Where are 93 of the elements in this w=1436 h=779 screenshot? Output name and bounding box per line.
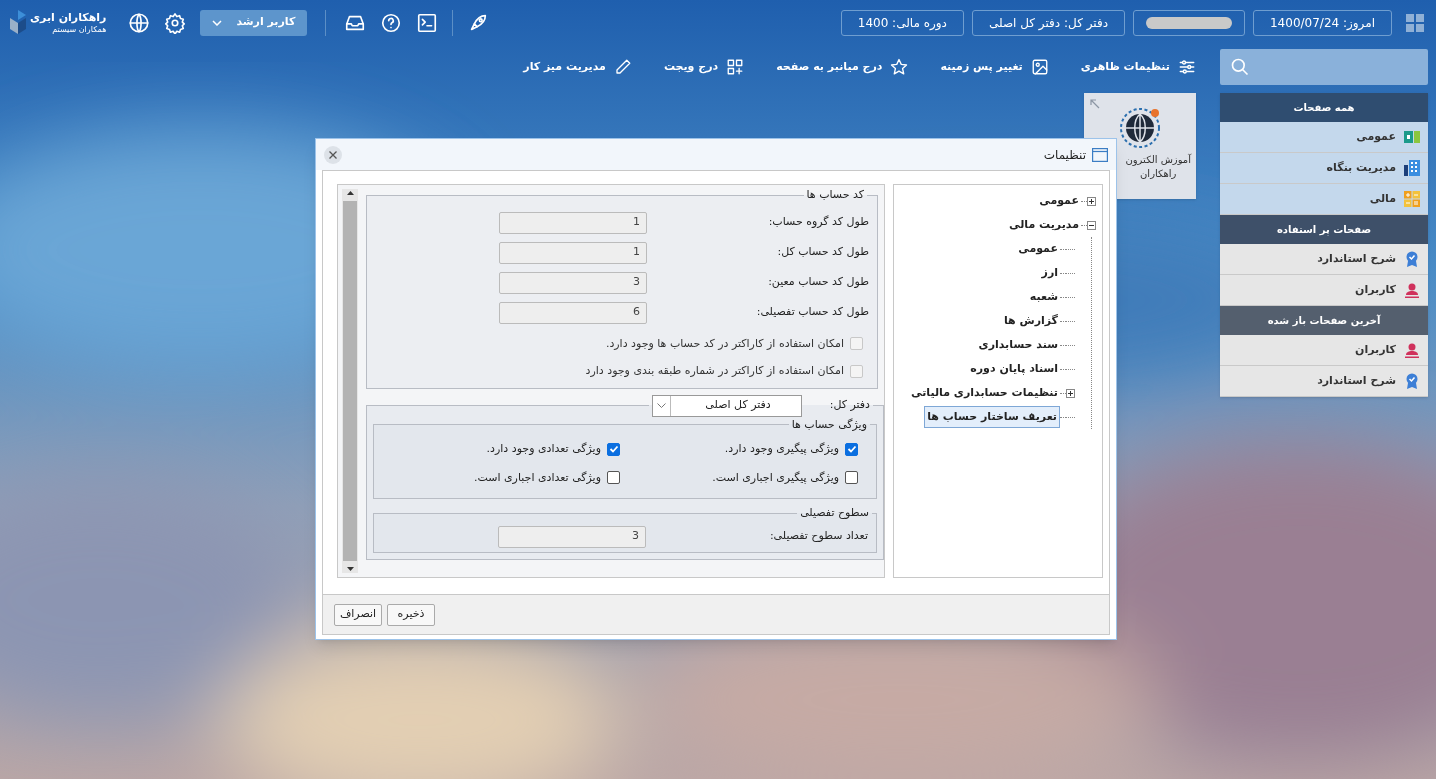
tree-item[interactable]: سند حسابداری	[976, 334, 1060, 356]
apps-grid-icon[interactable]	[1406, 13, 1424, 32]
globe-icon	[1119, 107, 1161, 149]
badge-icon	[1404, 373, 1420, 389]
scrollbar[interactable]	[342, 189, 358, 573]
sidebar-item[interactable]: شرح استاندارد	[1220, 366, 1428, 397]
field-label: تعداد سطوح تفصیلی:	[768, 528, 869, 545]
sliders-icon[interactable]	[1178, 58, 1196, 76]
expand-icon[interactable]	[1066, 388, 1075, 398]
logo-title: راهکاران ابری	[30, 10, 107, 25]
close-button[interactable]	[324, 145, 342, 164]
field-label: طول کد حساب کل:	[776, 244, 870, 261]
tree-item[interactable]: ارز	[1039, 262, 1060, 284]
tree-item[interactable]: تنظیمات حسابداری مالیاتی	[909, 382, 1060, 404]
status-field: امروز: 1400/07/24	[1253, 9, 1392, 36]
tree-item[interactable]: مدیریت مالی	[1007, 214, 1081, 236]
calculator-icon	[1404, 191, 1420, 207]
tree-item[interactable]: گزارش ها	[1001, 310, 1060, 332]
tree-item[interactable]: تعریف ساختار حساب ها	[924, 406, 1060, 428]
checkbox-label: امکان استفاده از کاراکتر در شماره طبقه بندی وجود دارد	[585, 363, 844, 379]
scroll-down-icon[interactable]	[346, 567, 354, 571]
sidebar-item[interactable]: شرح استاندارد	[1220, 244, 1428, 275]
sidebar-item[interactable]: کاربران	[1220, 275, 1428, 306]
sidebar-header: آخرین صفحات باز شده	[1220, 306, 1428, 335]
checkbox[interactable]	[607, 442, 620, 456]
input-field[interactable]: 3	[499, 271, 647, 294]
checkbox-label: ویژگی تعدادی اجباری است.	[473, 469, 601, 486]
input-field[interactable]: 1	[499, 241, 647, 264]
widget-label: آموزش الکترون	[1125, 153, 1191, 167]
field-label: طول کد حساب معین:	[767, 274, 870, 291]
user-icon	[1404, 282, 1420, 298]
settings-icon[interactable]	[164, 11, 187, 34]
toolbar-button[interactable]: تغییر پس زمینه	[940, 58, 1049, 76]
dialog-button[interactable]: انصراف	[334, 603, 382, 626]
window-icon	[1092, 147, 1108, 162]
tree-item[interactable]: اسناد پایان دوره	[968, 358, 1060, 380]
sidebar-item[interactable]: عمومی	[1220, 122, 1428, 153]
checkbox-label: ویژگی پیگیری اجباری است.	[712, 469, 839, 486]
resize-arrow-icon	[1090, 99, 1100, 109]
sidebar-item[interactable]: مالی	[1220, 184, 1428, 215]
group-legend: ویژگی حساب ها	[788, 416, 870, 433]
ledger-label: دفتر کل:	[829, 397, 870, 414]
checkbox-label: ویژگی پیگیری وجود دارد.	[724, 441, 839, 457]
terminal-icon[interactable]	[416, 11, 439, 34]
checkbox[interactable]	[845, 471, 858, 485]
chevron-down-icon	[656, 403, 666, 408]
tree-item[interactable]: شعبه	[1027, 286, 1060, 308]
globe-icon[interactable]	[128, 11, 151, 34]
field-label: طول کد حساب تفصیلی:	[755, 304, 870, 321]
sidebar-header: صفحات پر استفاده	[1220, 215, 1428, 244]
tree-item[interactable]: عمومی	[1016, 238, 1060, 260]
pencil-icon[interactable]	[613, 58, 632, 76]
widget-grid-icon[interactable]	[726, 58, 745, 76]
tree-item[interactable]: عمومی	[1037, 190, 1081, 212]
sidebar-item[interactable]: مدیریت بنگاه	[1220, 153, 1428, 184]
status-field: دفتر کل: دفتر کل اصلی	[971, 9, 1125, 36]
toolbar-button[interactable]: تنظیمات ظاهری	[1080, 58, 1196, 76]
field-label: طول کد گروه حساب:	[767, 214, 870, 231]
input-field[interactable]: 1	[499, 211, 647, 234]
status-field: دوره مالی: 1400	[840, 9, 964, 36]
widget-label: راهکاران	[1140, 167, 1177, 181]
collapse-icon[interactable]	[1087, 220, 1096, 230]
toolbar-button[interactable]: مدیریت میز کار	[523, 58, 632, 76]
money-icon	[1404, 129, 1420, 145]
toolbar-button[interactable]: درج میانبر به صفحه	[776, 58, 909, 76]
star-icon[interactable]	[890, 58, 909, 76]
checkbox-label: ویژگی تعدادی وجود دارد.	[486, 441, 601, 457]
group-legend: کد حساب ها	[803, 187, 867, 204]
input-field[interactable]: 6	[499, 301, 647, 324]
toolbar-button[interactable]: درج ویجت	[663, 58, 745, 76]
badge-icon	[1404, 251, 1420, 267]
group-legend: سطوح تفصیلی	[797, 505, 872, 522]
chevron-down-icon	[212, 19, 223, 26]
logo-icon	[10, 9, 26, 36]
sidebar-header: همه صفحات	[1220, 93, 1428, 122]
checkbox-label: امکان استفاده از کاراکتر در کد حساب ها وجود دارد.	[605, 335, 844, 352]
logo-subtitle: همکاران سیستم	[52, 24, 107, 35]
dialog-title: تنظیمات	[1043, 146, 1086, 164]
checkbox[interactable]	[845, 442, 858, 456]
checkbox[interactable]	[607, 471, 620, 485]
dialog-button[interactable]: ذخیره	[387, 603, 435, 626]
building-icon	[1404, 160, 1420, 176]
scroll-up-icon[interactable]	[346, 191, 354, 195]
help-icon[interactable]	[380, 11, 403, 34]
search-icon	[1230, 57, 1250, 77]
close-icon	[329, 150, 337, 159]
image-icon[interactable]	[1030, 58, 1049, 76]
sidebar-item[interactable]: کاربران	[1220, 335, 1428, 366]
user-icon	[1404, 342, 1420, 358]
input-field[interactable]: 3	[498, 525, 646, 548]
ledger-select[interactable]: دفتر کل اصلی	[651, 394, 802, 417]
search-field[interactable]	[1220, 49, 1428, 85]
expand-icon[interactable]	[1087, 196, 1096, 206]
